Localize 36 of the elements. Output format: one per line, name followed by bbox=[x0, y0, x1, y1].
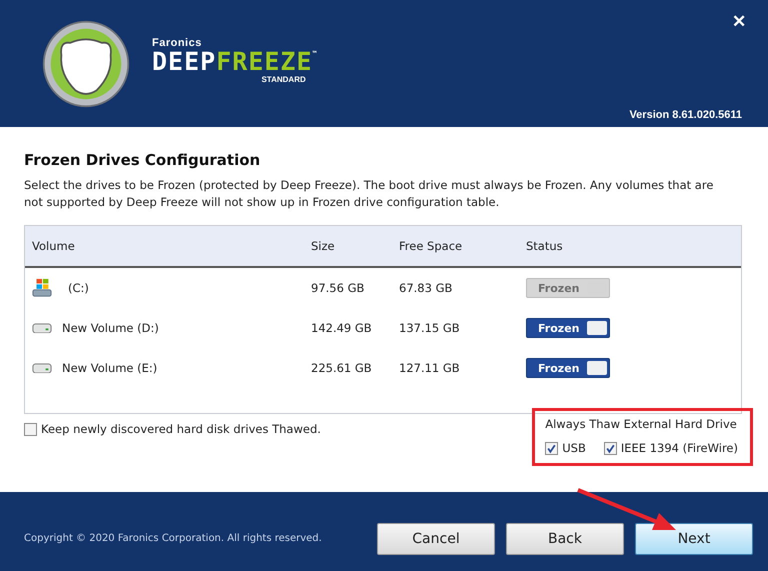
table-cell: New Volume (D:) bbox=[62, 321, 159, 335]
section-title: Frozen Drives Configuration bbox=[24, 151, 262, 169]
option-checkbox[interactable]: USB bbox=[545, 441, 586, 455]
brand-name: Faronics bbox=[152, 37, 202, 49]
table-cell-text: 142.49 GB bbox=[311, 321, 373, 335]
keep-thawed-checkbox[interactable]: Keep newly discovered hard disk drives Thawed. bbox=[24, 422, 321, 436]
column-header: Volume bbox=[31, 239, 76, 253]
logo-word: DEEP bbox=[152, 49, 216, 75]
column-header: Free Space bbox=[399, 239, 464, 253]
copyright-text: Copyright © 2020 Faronics Corporation. All rights reserved. bbox=[24, 533, 322, 544]
group-title: Always Thaw External Hard Drive bbox=[545, 417, 738, 431]
system-drive-icon bbox=[32, 278, 52, 298]
hard-drive-icon bbox=[32, 362, 52, 374]
wizard-button[interactable]: Next bbox=[635, 522, 753, 554]
table-cell: New Volume (E:) bbox=[62, 361, 158, 375]
frozen-toggle[interactable]: Frozen bbox=[526, 358, 610, 378]
table-cell-text: 137.15 GB bbox=[399, 321, 461, 335]
section-description: Select the drives to be Frozen (protected by Deep Freeze). The boot drive must always be Frozen. Any volumes that are not supported by Deep Freeze will not show up in Frozen drive configuration table. bbox=[24, 177, 714, 211]
table-cell-text: 127.11 GB bbox=[399, 361, 461, 375]
wizard-button[interactable]: Cancel bbox=[377, 522, 495, 554]
edition-label: STANDARD bbox=[261, 75, 306, 84]
column-header: Status bbox=[526, 239, 564, 253]
table-cell-text: 67.83 GB bbox=[399, 281, 454, 295]
frozen-toggle[interactable]: Frozen bbox=[526, 318, 610, 338]
column-header: Size bbox=[311, 239, 336, 253]
logo-word: FREEZE bbox=[216, 49, 313, 75]
version-label: Version 8.61.020.5611 bbox=[629, 109, 742, 121]
hard-drive-icon bbox=[32, 322, 52, 334]
close-button[interactable]: ✕ bbox=[732, 11, 746, 32]
wizard-button[interactable]: Back bbox=[506, 522, 624, 554]
table-cell: (C:) bbox=[68, 281, 89, 295]
option-checkbox[interactable]: IEEE 1394 (FireWire) bbox=[604, 441, 738, 455]
check-icon bbox=[546, 442, 558, 454]
check-icon bbox=[604, 442, 616, 454]
table-cell-text: 97.56 GB bbox=[311, 281, 366, 295]
table-cell-text: 225.61 GB bbox=[311, 361, 373, 375]
